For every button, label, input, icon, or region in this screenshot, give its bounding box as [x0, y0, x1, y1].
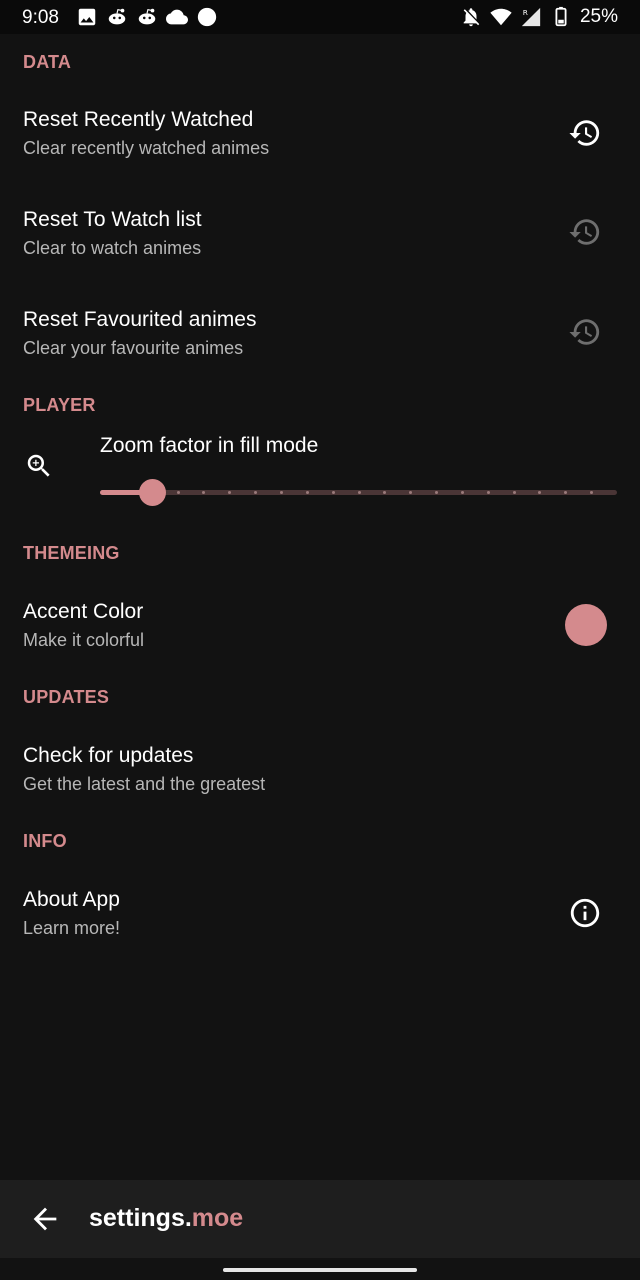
slider-step-dot: [331, 491, 335, 494]
reddit-icon: [138, 8, 156, 25]
status-bar: 9:08 R 25%: [0, 0, 640, 34]
battery-level: 25%: [579, 6, 618, 27]
reset-favourited-pref[interactable]: Reset Favourited animes Clear your favou…: [0, 290, 640, 385]
app-title: settings.moe: [89, 1204, 243, 1233]
zoom-factor-slider[interactable]: [100, 479, 617, 506]
pref-subtitle: Clear your favourite animes: [23, 338, 244, 358]
bottom-app-bar: settings.moe: [0, 1180, 640, 1258]
slider-step-dot: [590, 491, 594, 494]
slider-step-dot: [538, 491, 542, 494]
slider-step-dot: [460, 491, 464, 494]
slider-step-dot: [254, 491, 258, 494]
slider-step-dot: [409, 491, 413, 494]
gesture-nav-handle[interactable]: [223, 1268, 417, 1272]
arrow-back-icon[interactable]: [28, 1202, 62, 1236]
signal-roaming-icon: R: [521, 7, 541, 27]
slider-step-dot: [176, 491, 180, 494]
reset-to-watch-pref[interactable]: Reset To Watch list Clear to watch anime…: [0, 190, 640, 285]
slider-step-dot: [228, 491, 232, 494]
check-updates-pref[interactable]: Check for updates Get the latest and the…: [0, 725, 640, 815]
reset-recently-watched-pref[interactable]: Reset Recently Watched Clear recently wa…: [0, 90, 640, 185]
wifi-icon: [490, 8, 512, 26]
zoom-in-icon: [27, 454, 50, 477]
slider-step-dot: [383, 491, 387, 494]
cloud-icon: [166, 9, 188, 25]
notifications-off-icon: [463, 8, 480, 27]
accent-color-swatch[interactable]: [565, 604, 607, 646]
history-icon[interactable]: [568, 315, 602, 349]
slider-step-dot: [305, 491, 309, 494]
info-icon[interactable]: [568, 896, 602, 930]
about-app-pref[interactable]: About App Learn more!: [0, 869, 640, 959]
slider-step-dot: [435, 491, 439, 494]
slider-step-dot: [564, 491, 568, 494]
pref-subtitle: Clear to watch animes: [23, 238, 202, 258]
pref-title: Reset To Watch list: [23, 208, 202, 231]
pref-subtitle: Get the latest and the greatest: [23, 774, 266, 794]
history-icon[interactable]: [568, 215, 602, 249]
section-header-updates: UPDATES: [23, 687, 110, 707]
pref-subtitle: Learn more!: [23, 918, 121, 938]
status-notification-icons: [76, 6, 218, 28]
svg-text:R: R: [523, 8, 528, 17]
slider-step-dot: [202, 491, 206, 494]
slider-step-dot: [279, 491, 283, 494]
pref-title: Accent Color: [23, 600, 144, 623]
zoom-factor-title: Zoom factor in fill mode: [100, 434, 319, 457]
status-time: 9:08: [22, 7, 59, 28]
circle-icon: [197, 7, 217, 27]
image-icon: [78, 8, 96, 26]
app-title-accent: moe: [191, 1204, 244, 1232]
battery-icon: [555, 6, 567, 27]
pref-title: Check for updates: [23, 744, 194, 767]
section-header-data: DATA: [23, 52, 72, 72]
section-header-player: PLAYER: [23, 395, 96, 415]
pref-subtitle: Make it colorful: [23, 630, 145, 650]
pref-subtitle: Clear recently watched animes: [23, 138, 270, 158]
slider-step-dot: [486, 491, 490, 494]
reddit-icon: [108, 8, 126, 25]
slider-thumb[interactable]: [138, 479, 166, 506]
slider-step-dot: [512, 491, 516, 494]
pref-title: Reset Favourited animes: [23, 308, 257, 331]
app-title-main: settings.: [89, 1204, 192, 1232]
slider-step-dot: [357, 491, 361, 494]
pref-title: About App: [23, 888, 120, 911]
accent-color-pref[interactable]: Accent Color Make it colorful: [0, 580, 640, 670]
status-system-icons: R 25%: [460, 6, 618, 28]
pref-title: Reset Recently Watched: [23, 108, 254, 131]
section-header-themeing: THEMEING: [23, 543, 120, 563]
section-header-info: INFO: [23, 831, 67, 851]
history-icon[interactable]: [568, 116, 602, 150]
